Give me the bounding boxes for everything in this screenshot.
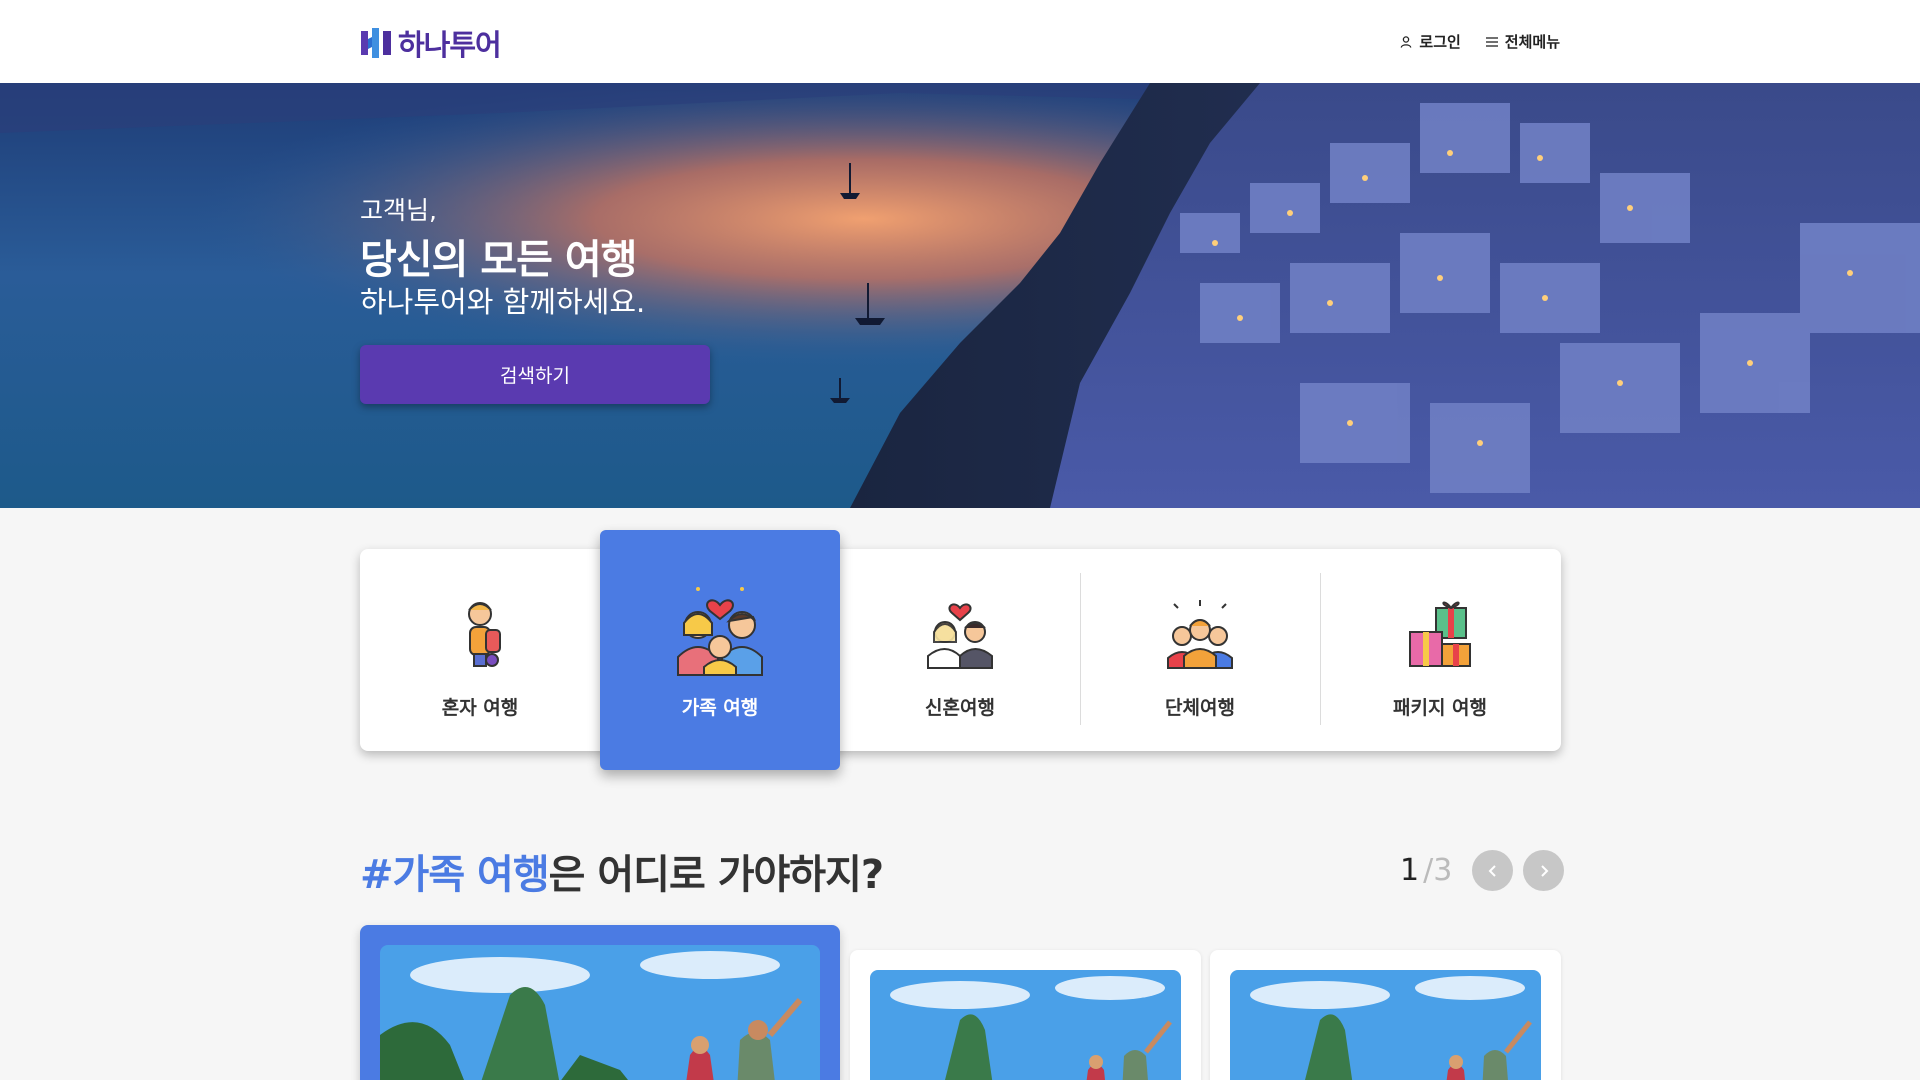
family-icon (677, 587, 763, 676)
hero-title: 당신의 모든 여행 (360, 237, 637, 283)
tab-label: 신혼여행 (925, 697, 995, 719)
gift-box-icon (1409, 601, 1471, 667)
section-title-text: 은 어디로 가야하지? (548, 852, 884, 898)
destination-card[interactable] (850, 950, 1201, 1080)
hero-background-image (0, 83, 1920, 508)
hero-subtitle: 하나투어와 함께하세요. (360, 285, 646, 319)
search-button[interactable]: 검색하기 (360, 345, 710, 404)
section-title: #가족 여행은 어디로 가야하지? (360, 842, 884, 900)
tab-solo-travel[interactable]: 혼자 여행 (360, 549, 600, 751)
backpacker-icon (468, 602, 501, 667)
logo[interactable]: 하나투어 (360, 22, 502, 64)
section-title-hashtag: #가족 여행 (360, 852, 550, 898)
destination-card[interactable] (1210, 950, 1561, 1080)
tab-honeymoon[interactable]: 신혼여행 (840, 549, 1080, 751)
logo-text: 하나투어 (398, 28, 502, 62)
utility-nav: 로그인 전체메뉴 (1399, 31, 1560, 52)
prev-button[interactable] (1472, 850, 1514, 891)
login-link[interactable]: 로그인 (1399, 31, 1461, 52)
site-header: 하나투어 로그인 전체메뉴 (0, 0, 1920, 83)
hamburger-icon (1485, 36, 1498, 47)
travel-category-tabs: 혼자 여행 가족 여행 신혼여행 단체여행 패키지 여행 (360, 530, 1561, 770)
carousel-pager: 1 /3 (1400, 850, 1565, 891)
tab-package-travel[interactable]: 패키지 여행 (1320, 549, 1560, 751)
destination-image (1230, 970, 1541, 1080)
group-icon (1167, 600, 1233, 669)
destination-image (870, 970, 1181, 1080)
all-menu-button[interactable]: 전체메뉴 (1485, 31, 1560, 52)
tab-label: 단체여행 (1165, 697, 1235, 719)
chevron-left-icon (1488, 864, 1496, 877)
tab-label: 가족 여행 (681, 697, 759, 719)
tab-family-travel[interactable]: 가족 여행 (600, 530, 840, 770)
next-button[interactable] (1523, 850, 1565, 891)
tab-label: 혼자 여행 (441, 697, 519, 719)
chevron-right-icon (1541, 864, 1549, 877)
couple-icon (927, 603, 993, 669)
page-current: 1 (1400, 853, 1420, 888)
user-icon (1400, 35, 1412, 48)
destination-image (380, 945, 820, 1080)
all-menu-label: 전체메뉴 (1504, 33, 1560, 51)
tab-group-travel[interactable]: 단체여행 (1080, 549, 1320, 751)
hero-banner: 고객님, 당신의 모든 여행 하나투어와 함께하세요. 검색하기 (0, 83, 1920, 508)
hero-greeting: 고객님, (360, 196, 437, 225)
logo-mark-icon (361, 28, 391, 58)
page-total: /3 (1423, 853, 1453, 888)
destination-card[interactable] (360, 925, 840, 1080)
login-label: 로그인 (1419, 33, 1461, 51)
tab-label: 패키지 여행 (1392, 697, 1487, 719)
